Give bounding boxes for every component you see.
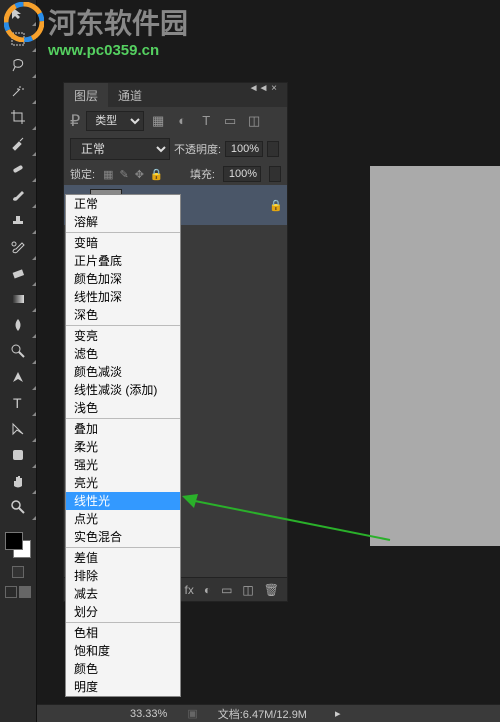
search-icon: ₽: [70, 111, 80, 131]
tool-move[interactable]: [0, 0, 36, 26]
blend-mode-dropdown: 正常溶解变暗正片叠底颜色加深线性加深深色变亮滤色颜色减淡线性减淡 (添加)浅色叠…: [65, 194, 181, 697]
foreground-color[interactable]: [5, 532, 23, 550]
fill-stepper[interactable]: [269, 166, 281, 182]
lock-all-icon[interactable]: 🔒: [150, 168, 164, 181]
tool-history-brush[interactable]: [0, 234, 36, 260]
lock-pixels-icon[interactable]: ▦: [103, 168, 113, 181]
blend-option[interactable]: 颜色: [66, 660, 180, 678]
blend-option[interactable]: 深色: [66, 306, 180, 324]
blend-option[interactable]: 变亮: [66, 327, 180, 345]
lock-move-icon[interactable]: ✥: [135, 168, 144, 181]
blend-option[interactable]: 正片叠底: [66, 252, 180, 270]
tool-lasso[interactable]: [0, 52, 36, 78]
blend-option[interactable]: 线性加深: [66, 288, 180, 306]
filter-smart-icon[interactable]: ◫: [246, 113, 262, 129]
tab-layers[interactable]: 图层: [64, 83, 108, 107]
quickmask-mode[interactable]: [0, 562, 36, 582]
tool-zoom[interactable]: [0, 494, 36, 520]
tool-gradient[interactable]: [0, 286, 36, 312]
blend-option[interactable]: 差值: [66, 549, 180, 567]
filter-shape-icon[interactable]: ▭: [222, 113, 238, 129]
opacity-stepper[interactable]: [267, 141, 279, 157]
status-bar: 33.33% ▣ 文档:6.47M/12.9M ▸: [0, 704, 500, 722]
filter-type-icon[interactable]: T: [198, 113, 214, 129]
blend-mode-select[interactable]: 正常: [70, 138, 170, 160]
fx-icon[interactable]: fx: [184, 583, 193, 597]
annotation-arrow: [180, 490, 400, 550]
filter-select[interactable]: 类型: [86, 111, 144, 131]
new-layer-icon[interactable]: ◫: [242, 583, 253, 597]
tool-dodge[interactable]: [0, 338, 36, 364]
tool-blur[interactable]: [0, 312, 36, 338]
tool-shape[interactable]: [0, 442, 36, 468]
blend-option[interactable]: 浅色: [66, 399, 180, 417]
fill-input[interactable]: [223, 166, 261, 182]
tool-pen[interactable]: [0, 364, 36, 390]
tool-wand[interactable]: [0, 78, 36, 104]
blend-option[interactable]: 溶解: [66, 213, 180, 231]
blend-option[interactable]: 线性减淡 (添加): [66, 381, 180, 399]
layer-lock-icon: 🔒: [269, 199, 283, 212]
fill-label: 填充:: [190, 166, 215, 182]
blend-option[interactable]: 柔光: [66, 438, 180, 456]
tool-type[interactable]: T: [0, 390, 36, 416]
tool-path[interactable]: [0, 416, 36, 442]
blend-option[interactable]: 强光: [66, 456, 180, 474]
canvas[interactable]: [370, 166, 500, 546]
blend-option[interactable]: 亮光: [66, 474, 180, 492]
screen-mode[interactable]: [0, 582, 36, 602]
tool-hand[interactable]: [0, 468, 36, 494]
blend-option[interactable]: 正常: [66, 195, 180, 213]
blend-option[interactable]: 线性光: [66, 492, 180, 510]
opacity-label: 不透明度:: [174, 141, 221, 157]
svg-text:T: T: [13, 395, 22, 411]
tool-marquee[interactable]: [0, 26, 36, 52]
tool-heal[interactable]: [0, 156, 36, 182]
blend-option[interactable]: 实色混合: [66, 528, 180, 546]
lock-brush-icon[interactable]: ✎: [119, 168, 128, 181]
blend-option[interactable]: 滤色: [66, 345, 180, 363]
blend-option[interactable]: 点光: [66, 510, 180, 528]
blend-option[interactable]: 变暗: [66, 234, 180, 252]
tab-channels[interactable]: 通道: [108, 83, 152, 107]
tool-crop[interactable]: [0, 104, 36, 130]
blend-option[interactable]: 明度: [66, 678, 180, 696]
blend-option[interactable]: 颜色减淡: [66, 363, 180, 381]
mask-icon[interactable]: ◐: [204, 583, 211, 597]
opacity-input[interactable]: [225, 141, 263, 157]
tools-toolbar: T: [0, 0, 37, 722]
delete-icon[interactable]: 🗑: [264, 583, 279, 597]
tool-eyedropper[interactable]: [0, 130, 36, 156]
zoom-level[interactable]: 33.33%: [130, 708, 167, 720]
panel-collapse-icon[interactable]: ◄◄ ×: [249, 83, 277, 94]
doc-size: 文档:6.47M/12.9M: [218, 706, 307, 722]
blend-option[interactable]: 颜色加深: [66, 270, 180, 288]
tool-brush[interactable]: [0, 182, 36, 208]
tool-stamp[interactable]: [0, 208, 36, 234]
lock-label: 锁定:: [70, 166, 95, 182]
filter-adjust-icon[interactable]: ◐: [174, 113, 190, 129]
filter-pixel-icon[interactable]: ▦: [150, 113, 166, 129]
blend-option[interactable]: 叠加: [66, 420, 180, 438]
blend-option[interactable]: 饱和度: [66, 642, 180, 660]
blend-option[interactable]: 划分: [66, 603, 180, 621]
group-icon[interactable]: ▭: [221, 583, 232, 597]
blend-option[interactable]: 排除: [66, 567, 180, 585]
blend-option[interactable]: 色相: [66, 624, 180, 642]
tool-eraser[interactable]: [0, 260, 36, 286]
color-swatch[interactable]: [5, 532, 31, 558]
blend-option[interactable]: 减去: [66, 585, 180, 603]
